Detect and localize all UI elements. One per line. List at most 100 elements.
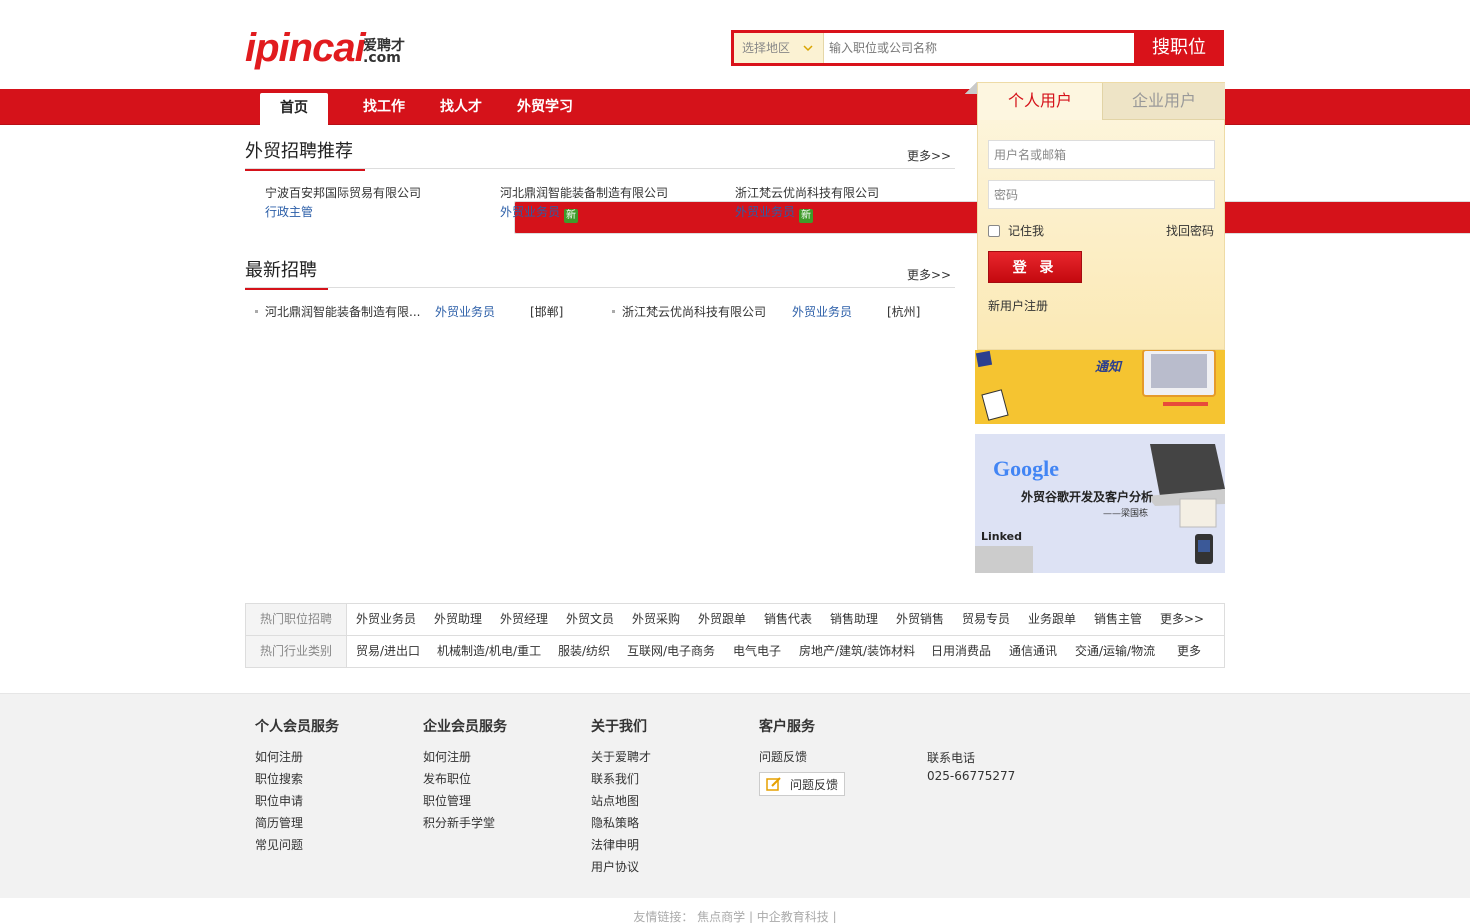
region-label: 选择地区 bbox=[742, 41, 791, 55]
footer-link[interactable]: 隐私策略 bbox=[591, 814, 651, 836]
search-input[interactable] bbox=[827, 33, 1132, 63]
search-button[interactable]: 搜职位 bbox=[1134, 30, 1224, 66]
hot-job-link[interactable]: 外贸业务员 bbox=[356, 604, 416, 635]
nav-item-home[interactable]: 首页 bbox=[260, 93, 328, 125]
divider bbox=[245, 168, 955, 169]
latest-title: 最新招聘 bbox=[245, 256, 328, 290]
nav-item-learning[interactable]: 外贸学习 bbox=[517, 89, 573, 125]
region-select[interactable]: 选择地区 bbox=[734, 33, 824, 63]
hot-job-link[interactable]: 外贸跟单 bbox=[698, 604, 746, 635]
nav-item-jobs[interactable]: 找工作 bbox=[363, 89, 405, 125]
footer-link[interactable]: 职位搜索 bbox=[255, 770, 339, 792]
recommend-more-link[interactable]: 更多>> bbox=[907, 147, 951, 164]
job-link[interactable]: 外贸业务员 bbox=[735, 203, 795, 220]
remember-checkbox[interactable] bbox=[988, 224, 1000, 237]
hot-job-link[interactable]: 外贸经理 bbox=[500, 604, 548, 635]
footer-link[interactable]: 关于爱聘才 bbox=[591, 748, 651, 770]
footer-link[interactable]: 职位管理 bbox=[423, 792, 507, 814]
hot-job-link[interactable]: 销售助理 bbox=[830, 604, 878, 635]
footer-link[interactable]: 积分新手学堂 bbox=[423, 814, 507, 836]
footer-link[interactable]: 如何注册 bbox=[255, 748, 339, 770]
footer-link[interactable]: 问题反馈 bbox=[759, 748, 845, 770]
job-link[interactable]: 外贸业务员 bbox=[500, 203, 560, 220]
footer-link[interactable]: 简历管理 bbox=[255, 814, 339, 836]
footer-link[interactable]: 联系我们 bbox=[591, 770, 651, 792]
ad-banner-notice[interactable]: 通知 bbox=[975, 350, 1225, 424]
job-link[interactable]: 行政主管 bbox=[265, 203, 313, 220]
latest-more-link[interactable]: 更多>> bbox=[907, 266, 951, 283]
remember-me[interactable]: 记住我 bbox=[988, 222, 1044, 239]
job-link[interactable]: 外贸业务员 bbox=[435, 303, 495, 320]
divider bbox=[245, 287, 955, 288]
site-logo[interactable]: ipincai 爱聘才 .com bbox=[245, 26, 407, 72]
industry-link[interactable]: 房地产/建筑/装饰材料 bbox=[799, 636, 915, 667]
recommend-title-text: 外贸招聘推荐 bbox=[245, 141, 353, 162]
register-link[interactable]: 新用户注册 bbox=[988, 297, 1048, 314]
hot-job-link[interactable]: 外贸销售 bbox=[896, 604, 944, 635]
hot-job-link[interactable]: 外贸采购 bbox=[632, 604, 680, 635]
industry-link[interactable]: 服装/纺织 bbox=[558, 636, 610, 667]
hot-job-link[interactable]: 外贸助理 bbox=[434, 604, 482, 635]
hot-job-link[interactable]: 外贸文员 bbox=[566, 604, 614, 635]
bullet-icon bbox=[612, 310, 615, 313]
remember-label: 记住我 bbox=[1008, 224, 1045, 238]
industry-link[interactable]: 机械制造/机电/重工 bbox=[437, 636, 541, 667]
password-input[interactable] bbox=[988, 180, 1215, 209]
industry-link[interactable]: 日用消费品 bbox=[931, 636, 991, 667]
banner1-text: 通知 bbox=[1095, 360, 1122, 375]
footer-link[interactable]: 发布职位 bbox=[423, 770, 507, 792]
city-label: [杭州] bbox=[887, 305, 921, 319]
footer-col-company: 企业会员服务 如何注册 发布职位 职位管理 积分新手学堂 bbox=[423, 716, 507, 836]
industry-link[interactable]: 贸易/进出口 bbox=[356, 636, 420, 667]
hot-jobs-label: 热门职位招聘 bbox=[246, 604, 347, 635]
footer-link[interactable]: 用户协议 bbox=[591, 858, 651, 880]
edit-icon bbox=[766, 777, 782, 791]
recommend-item: 河北鼎润智能装备制造有限公司 外贸业务员新 bbox=[500, 184, 668, 223]
industries-more-link[interactable]: 更多 bbox=[1177, 636, 1201, 667]
footer-link[interactable]: 职位申请 bbox=[255, 792, 339, 814]
industry-link[interactable]: 交通/运输/物流 bbox=[1075, 636, 1155, 667]
footer-col-service: 客户服务 问题反馈 问题反馈 bbox=[759, 716, 845, 796]
ad-banner-google[interactable]: Google 外贸谷歌开发及客户分析 ——梁国栋 Linked bbox=[975, 434, 1225, 573]
google-logo-text: Google bbox=[993, 456, 1059, 481]
hot-industries-bar: 热门行业类别 贸易/进出口 机械制造/机电/重工 服装/纺织 互联网/电子商务 … bbox=[245, 635, 1225, 668]
latest-list: 河北鼎润智能装备制造有限... 外贸业务员 [邯郸] 浙江梵云优尚科技有限公司 … bbox=[245, 303, 955, 325]
nav-item-talent[interactable]: 找人才 bbox=[440, 89, 482, 125]
footer-link[interactable]: 站点地图 bbox=[591, 792, 651, 814]
header: ipincai 爱聘才 .com 选择地区 搜职位 bbox=[0, 0, 1470, 89]
footer-contact: 联系电话 025-66775277 bbox=[927, 749, 1015, 789]
login-button[interactable]: 登 录 bbox=[988, 251, 1082, 283]
industry-link[interactable]: 通信通讯 bbox=[1009, 636, 1057, 667]
footer-link[interactable]: 常见问题 bbox=[255, 836, 339, 858]
footer-col-title: 客户服务 bbox=[759, 719, 815, 735]
tab-personal-user[interactable]: 个人用户 bbox=[978, 83, 1102, 120]
company-link[interactable]: 宁波百安邦国际贸易有限公司 bbox=[265, 184, 421, 201]
job-link[interactable]: 外贸业务员 bbox=[792, 303, 852, 320]
hot-job-link[interactable]: 贸易专员 bbox=[962, 604, 1010, 635]
forgot-password-link[interactable]: 找回密码 bbox=[1166, 222, 1214, 239]
hot-jobs-more-link[interactable]: 更多>> bbox=[1160, 604, 1204, 635]
hot-jobs-bar: 热门职位招聘 外贸业务员 外贸助理 外贸经理 外贸文员 外贸采购 外贸跟单 销售… bbox=[245, 603, 1225, 636]
username-input[interactable] bbox=[988, 140, 1215, 169]
hot-job-link[interactable]: 销售代表 bbox=[764, 604, 812, 635]
friend-links[interactable]: 友情链接： 焦点商学 | 中企教育科技 | bbox=[0, 908, 1470, 923]
banner2-author: ——梁国栋 bbox=[1103, 509, 1149, 519]
footer-link[interactable]: 如何注册 bbox=[423, 748, 507, 770]
hot-job-link[interactable]: 销售主管 bbox=[1094, 604, 1142, 635]
login-panel: 个人用户 企业用户 记住我 找回密码 登 录 新用户注册 bbox=[977, 82, 1225, 350]
company-link[interactable]: 河北鼎润智能装备制造有限公司 bbox=[500, 184, 668, 201]
company-link[interactable]: 河北鼎润智能装备制造有限... bbox=[265, 303, 420, 320]
industry-link[interactable]: 电气电子 bbox=[733, 636, 781, 667]
footer: 个人会员服务 如何注册 职位搜索 职位申请 简历管理 常见问题 企业会员服务 如… bbox=[0, 693, 1470, 898]
contact-label: 联系电话 bbox=[927, 751, 976, 765]
industry-link[interactable]: 互联网/电子商务 bbox=[627, 636, 715, 667]
recommend-item: 宁波百安邦国际贸易有限公司 行政主管热 bbox=[265, 184, 1470, 234]
company-link[interactable]: 浙江梵云优尚科技有限公司 bbox=[735, 184, 879, 201]
feedback-button[interactable]: 问题反馈 bbox=[759, 772, 845, 796]
tab-company-user[interactable]: 企业用户 bbox=[1102, 83, 1225, 120]
recommend-title: 外贸招聘推荐 bbox=[245, 137, 365, 171]
logo-domain: .com bbox=[363, 50, 401, 66]
footer-link[interactable]: 法律申明 bbox=[591, 836, 651, 858]
hot-job-link[interactable]: 业务跟单 bbox=[1028, 604, 1076, 635]
company-link[interactable]: 浙江梵云优尚科技有限公司 bbox=[622, 303, 766, 320]
